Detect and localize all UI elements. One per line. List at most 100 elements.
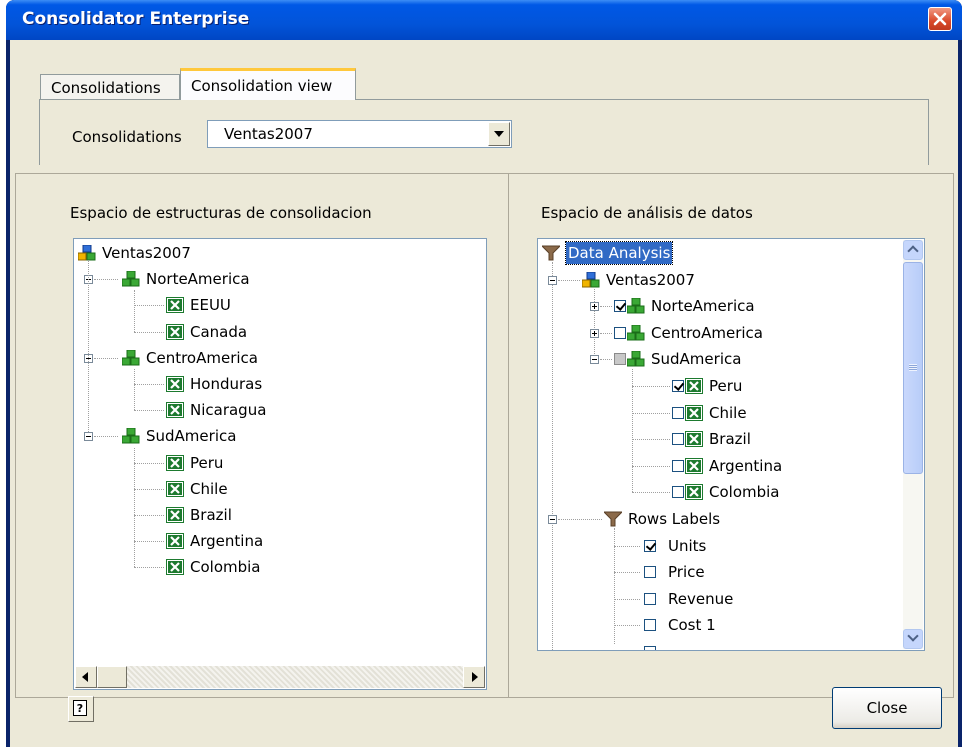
tree-connector (134, 488, 164, 490)
tree-node-group[interactable]: CentroAmerica (122, 347, 258, 369)
tree-connector (134, 331, 164, 333)
title-bar: Consolidator Enterprise (6, 0, 962, 40)
tab-consolidations[interactable]: Consolidations (40, 74, 180, 100)
tree-node-item-label: Chile (190, 479, 228, 498)
tree-connector (134, 369, 135, 411)
checkbox[interactable] (644, 619, 656, 632)
tree-connector (134, 384, 164, 385)
structure-tree[interactable]: Ventas2007 NorteAmerica EEUU Canada CentroAm… (73, 238, 487, 690)
tree-node-group-label: NorteAmerica (146, 270, 250, 289)
tree-node-rows-labels[interactable]: Rows Labels (604, 508, 720, 530)
tree-node-item[interactable]: Honduras (166, 373, 262, 395)
analysis-tree[interactable]: Data Analysis Ventas2007 NorteAmerica Centr… (537, 238, 925, 651)
scroll-right-button[interactable] (463, 666, 485, 688)
consolidation-cubes-icon (78, 245, 96, 261)
analysis-pane-label: Espacio de análisis de datos (541, 204, 753, 222)
checkbox[interactable] (644, 646, 656, 650)
app-window: Consolidator Enterprise Consolidations C… (6, 0, 962, 747)
checkbox[interactable] (644, 592, 656, 605)
scroll-thumb[interactable] (903, 262, 923, 474)
checkbox[interactable] (672, 486, 684, 499)
tree-node-group-label: CentroAmerica (146, 348, 258, 367)
tree-node-item[interactable]: Peru (672, 375, 742, 397)
checkbox[interactable] (672, 459, 684, 472)
scroll-down-button[interactable] (903, 629, 923, 649)
tree-node-field[interactable]: Price (644, 561, 705, 583)
tree-node-item[interactable]: Canada (166, 321, 247, 343)
cube-group-icon (627, 351, 645, 367)
window-close-button[interactable] (928, 7, 952, 31)
tree-node-item-label: Chile (709, 403, 747, 422)
tree-node-item[interactable]: Peru (166, 452, 223, 474)
tree-node-item-label: Canada (190, 322, 248, 341)
excel-file-icon (166, 454, 184, 471)
tree-node-item-label: Peru (190, 453, 224, 472)
tree-node-data-analysis[interactable]: Data Analysis (542, 241, 674, 265)
horizontal-scrollbar[interactable] (75, 666, 485, 688)
excel-file-icon (166, 297, 184, 314)
dropdown-value: Ventas2007 (224, 125, 313, 143)
tree-connector (632, 492, 670, 494)
checkbox[interactable] (644, 539, 656, 552)
tree-node-item[interactable]: EEUU (166, 294, 231, 316)
tree-node-item[interactable]: Colombia (166, 556, 261, 578)
tree-connector (632, 412, 670, 414)
tree-node-item[interactable]: Chile (166, 478, 228, 500)
tree-node-group-label: SudAmerica (651, 350, 742, 369)
tree-node-item-label: Argentina (190, 532, 264, 551)
consolidations-label: Consolidations (72, 128, 182, 146)
checkbox[interactable] (672, 406, 684, 419)
tree-node-item[interactable]: Argentina (166, 530, 263, 552)
collapse-toggle[interactable] (84, 432, 93, 442)
tree-connector (632, 439, 670, 441)
dropdown-arrow-button[interactable] (488, 122, 510, 146)
checkbox[interactable] (644, 566, 656, 579)
tree-node-consolidation[interactable]: Ventas2007 (582, 269, 695, 291)
tree-node-group[interactable]: NorteAmerica (614, 295, 755, 317)
checkbox[interactable] (614, 300, 626, 313)
tree-node-item[interactable]: Argentina (672, 455, 782, 477)
tab-consolidation-view[interactable]: Consolidation view (180, 68, 356, 100)
collapse-toggle[interactable] (590, 355, 599, 365)
tree-node-item[interactable]: Brazil (166, 504, 232, 526)
checkbox[interactable] (672, 380, 684, 392)
excel-file-icon (166, 533, 184, 550)
expand-toggle[interactable] (590, 302, 599, 312)
tree-node-field[interactable]: Revenue (644, 588, 733, 610)
tree-connector (632, 465, 670, 467)
collapse-toggle[interactable] (548, 275, 557, 285)
tree-node-group[interactable]: SudAmerica (122, 425, 236, 447)
tree-node-field[interactable]: Units (644, 535, 706, 557)
tree-node-item[interactable]: Nicaragua (166, 399, 266, 421)
scroll-left-button[interactable] (75, 666, 97, 688)
tree-node-group[interactable]: NorteAmerica (122, 268, 250, 290)
checkbox[interactable] (614, 353, 626, 366)
collapse-toggle[interactable] (548, 515, 557, 524)
expand-toggle[interactable] (590, 328, 599, 338)
tree-connector (632, 369, 633, 493)
vertical-scrollbar[interactable] (903, 240, 923, 649)
tree-node-field[interactable]: Cost 1 (644, 614, 716, 636)
checkbox[interactable] (614, 326, 626, 339)
tree-connector (600, 332, 612, 334)
tree-connector (134, 410, 164, 412)
tree-node-item[interactable]: Colombia (672, 481, 780, 503)
close-button[interactable]: Close (832, 687, 942, 729)
tree-node-root[interactable]: Ventas2007 (78, 242, 191, 264)
scroll-thumb[interactable] (97, 666, 127, 688)
tree-node-item[interactable]: Chile (672, 402, 747, 424)
help-button[interactable]: ? (68, 696, 94, 722)
excel-file-icon (685, 484, 703, 501)
tree-node-group[interactable]: CentroAmerica (614, 322, 763, 344)
tree-connector (94, 436, 118, 438)
checkbox[interactable] (672, 433, 684, 446)
tree-node-item[interactable]: Brazil (672, 428, 751, 450)
scroll-up-button[interactable] (903, 240, 923, 260)
tree-connector (94, 357, 118, 359)
tree-connector (600, 359, 612, 361)
consolidations-dropdown[interactable]: Ventas2007 (207, 120, 512, 148)
tree-node-group[interactable]: SudAmerica (614, 348, 741, 370)
tree-node-field-label: Revenue (668, 589, 734, 608)
tree-connector (134, 462, 164, 464)
tree-node-item-label: Argentina (709, 456, 783, 475)
